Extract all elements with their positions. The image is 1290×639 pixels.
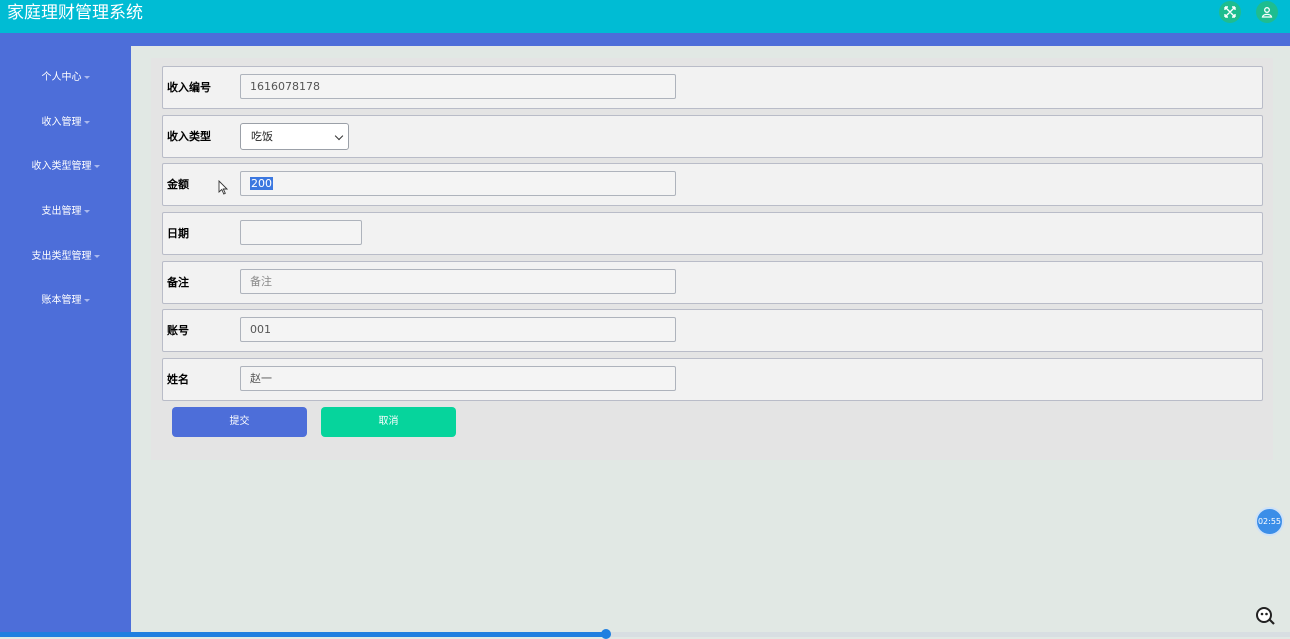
- cancel-button[interactable]: 取消: [321, 407, 456, 437]
- caret-down-icon: [83, 120, 90, 124]
- form-row-remark: 备注 备注: [162, 261, 1263, 304]
- caret-down-icon: [83, 298, 90, 302]
- date-label: 日期: [167, 227, 189, 240]
- date-field[interactable]: [240, 220, 362, 245]
- sidebar-item-label: 账本管理: [41, 295, 82, 306]
- sidebar-item-label: 收入管理: [41, 117, 82, 128]
- income-no-label: 收入编号: [167, 81, 211, 94]
- form-row-income-type: 收入类型 吃饭: [162, 115, 1263, 158]
- sidebar-item-personal-center[interactable]: 个人中心: [0, 70, 131, 86]
- caret-down-icon: [83, 75, 90, 79]
- remark-field[interactable]: 备注: [240, 269, 676, 294]
- sidebar-item-label: 个人中心: [41, 72, 82, 83]
- caret-down-icon: [83, 209, 90, 213]
- sidebar-item-income-type[interactable]: 收入类型管理: [0, 159, 131, 175]
- sidebar-item-label: 支出管理: [41, 206, 82, 217]
- form-row-account: 账号 001: [162, 309, 1263, 352]
- header-strip: [0, 33, 1290, 46]
- chevron-down-icon: [334, 131, 344, 141]
- progress-fill: [0, 632, 607, 637]
- income-type-select[interactable]: 吃饭: [240, 123, 349, 150]
- remark-label: 备注: [167, 276, 189, 289]
- submit-button[interactable]: 提交: [172, 407, 307, 437]
- user-icon[interactable]: [1256, 1, 1278, 23]
- mouse-cursor-icon: [218, 180, 228, 195]
- fullscreen-icon[interactable]: [1219, 1, 1241, 23]
- progress-knob[interactable]: [601, 629, 612, 639]
- sidebar-item-expense-type[interactable]: 支出类型管理: [0, 249, 131, 265]
- sidebar-item-expense[interactable]: 支出管理: [0, 204, 131, 220]
- account-field[interactable]: 001: [240, 317, 676, 342]
- form-row-date: 日期: [162, 212, 1263, 255]
- amount-selected-text: 200: [250, 177, 273, 190]
- form-row-name: 姓名 赵一: [162, 358, 1263, 401]
- income-type-label: 收入类型: [167, 130, 211, 143]
- remark-placeholder: 备注: [250, 275, 272, 288]
- top-bar: 家庭理财管理系统: [0, 0, 1290, 33]
- amount-label: 金额: [167, 178, 189, 191]
- sidebar-item-label: 支出类型管理: [31, 251, 92, 262]
- name-label: 姓名: [167, 373, 189, 386]
- income-type-value: 吃饭: [251, 130, 273, 143]
- assistant-icon[interactable]: [1253, 603, 1277, 627]
- sidebar: 个人中心 收入管理 收入类型管理 支出管理 支出类型管理 账本管理: [0, 46, 131, 637]
- progress-bar[interactable]: [0, 629, 1290, 639]
- form-row-amount: 金额 200: [162, 163, 1263, 206]
- name-field[interactable]: 赵一: [240, 366, 676, 391]
- account-label: 账号: [167, 324, 189, 337]
- timer-badge: 02:55: [1255, 507, 1284, 536]
- caret-down-icon: [93, 164, 100, 168]
- sidebar-item-income[interactable]: 收入管理: [0, 115, 131, 131]
- income-no-field[interactable]: 1616078178: [240, 74, 676, 99]
- sidebar-item-label: 收入类型管理: [31, 161, 92, 172]
- sidebar-item-ledger[interactable]: 账本管理: [0, 293, 131, 309]
- app-title: 家庭理财管理系统: [7, 3, 143, 23]
- form-row-income-no: 收入编号 1616078178: [162, 66, 1263, 109]
- amount-field[interactable]: 200: [240, 171, 676, 196]
- caret-down-icon: [93, 254, 100, 258]
